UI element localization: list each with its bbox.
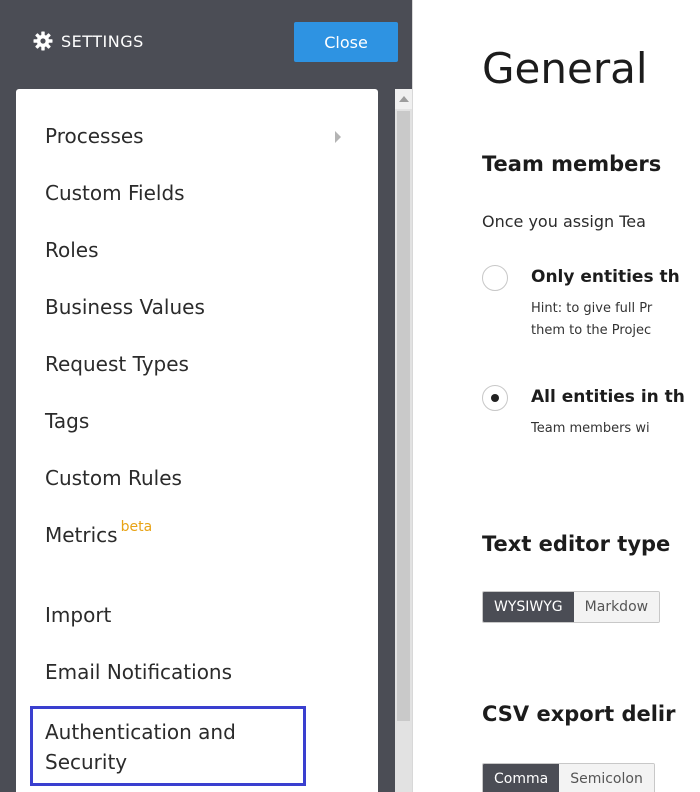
sidebar-item-label: Custom Rules [45, 466, 182, 490]
close-button[interactable]: Close [294, 22, 398, 62]
scroll-up-arrow-icon[interactable] [395, 89, 412, 109]
sidebar-item-roles[interactable]: Roles [45, 238, 99, 262]
sidebar-item-label: Authentication and [45, 720, 236, 744]
settings-sidebar: SETTINGS Close Processes Custom Fields R… [0, 0, 412, 792]
settings-content: General Team members Once you assign Tea… [412, 0, 700, 792]
radio-all-entities[interactable] [482, 385, 508, 411]
settings-menu: Processes Custom Fields Roles Business V… [16, 89, 378, 792]
radio-only-entities[interactable] [482, 265, 508, 291]
sidebar-header: SETTINGS Close [0, 0, 412, 85]
wysiwyg-option[interactable]: WYSIWYG [483, 592, 574, 622]
sidebar-item-processes[interactable]: Processes [45, 124, 341, 148]
sidebar-item-label: Metrics [45, 523, 118, 547]
sidebar-item-tags[interactable]: Tags [45, 409, 89, 433]
option-label: All entities in th [531, 387, 685, 407]
sidebar-item-email-notifications[interactable]: Email Notifications [45, 660, 232, 684]
semicolon-option[interactable]: Semicolon [559, 764, 654, 792]
markdown-option[interactable]: Markdow [573, 592, 660, 622]
option-hint: Hint: to give full Pr [531, 301, 653, 316]
comma-option[interactable]: Comma [483, 764, 560, 792]
sidebar-item-label: Business Values [45, 295, 205, 319]
sidebar-item-authentication-security[interactable]: Authentication and Security [30, 706, 306, 786]
sidebar-item-custom-rules[interactable]: Custom Rules [45, 466, 182, 490]
sidebar-item-label: Tags [45, 409, 90, 433]
settings-title: SETTINGS [33, 29, 144, 53]
chevron-right-icon [335, 131, 341, 143]
sidebar-item-label: Processes [45, 124, 144, 148]
team-members-description: Once you assign Tea [482, 212, 646, 231]
sidebar-item-label: Import [45, 603, 112, 627]
sidebar-item-label: Custom Fields [45, 181, 185, 205]
sidebar-item-metrics[interactable]: Metrics beta [45, 519, 152, 547]
sidebar-item-label: Roles [45, 238, 99, 262]
sidebar-item-request-types[interactable]: Request Types [45, 352, 189, 376]
sidebar-item-import[interactable]: Import [45, 603, 111, 627]
team-members-heading: Team members [482, 152, 662, 176]
sidebar-item-business-values[interactable]: Business Values [45, 295, 205, 319]
sidebar-item-label: Security [45, 750, 128, 774]
csv-export-heading: CSV export delir [482, 702, 676, 726]
option-label: Only entities th [531, 267, 680, 287]
settings-title-label: SETTINGS [61, 31, 144, 51]
scrollbar-thumb[interactable] [397, 111, 410, 721]
page-title: General [482, 44, 648, 93]
text-editor-toggle: WYSIWYG Markdow [482, 591, 661, 623]
sidebar-item-custom-fields[interactable]: Custom Fields [45, 181, 185, 205]
gear-icon [33, 31, 53, 51]
sidebar-item-label: Request Types [45, 352, 189, 376]
csv-delimiter-toggle: Comma Semicolon [482, 763, 655, 792]
option-hint: Team members wi [531, 421, 650, 436]
text-editor-heading: Text editor type [482, 532, 671, 556]
sidebar-item-label: Email Notifications [45, 660, 233, 684]
beta-badge: beta [120, 519, 153, 535]
sidebar-scrollbar[interactable] [395, 89, 412, 792]
option-hint: them to the Projec [531, 323, 652, 338]
